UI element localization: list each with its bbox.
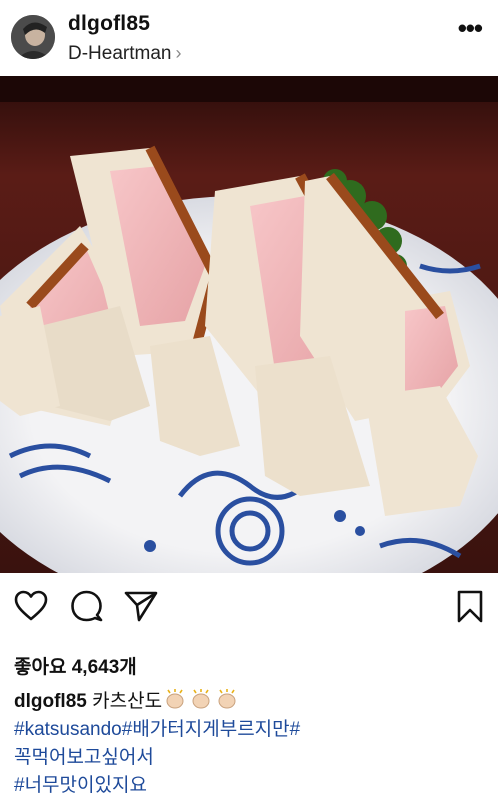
clap-emoji-icon bbox=[214, 689, 240, 712]
comment-icon[interactable] bbox=[70, 590, 104, 627]
location-label[interactable]: D-Heartman bbox=[68, 43, 171, 64]
post-header: dlgofl85 D-Heartman › ••• bbox=[0, 0, 498, 76]
post-username[interactable]: dlgofl85 bbox=[68, 12, 150, 36]
caption-text: 카츠산도 bbox=[92, 691, 163, 712]
caption-hashtag-line[interactable]: #katsusando#배가터지게부르지만# bbox=[14, 716, 484, 744]
chevron-right-icon: › bbox=[175, 43, 182, 63]
heart-icon[interactable] bbox=[14, 590, 48, 627]
bookmark-icon[interactable] bbox=[456, 590, 484, 629]
post-photo[interactable] bbox=[0, 76, 498, 573]
caption-hashtag-line[interactable]: 꼭먹어보고싶어서 bbox=[14, 744, 484, 772]
post-caption: dlgofl85 카츠산도 #katsusando#배가터지게부르지만# 꼭먹어… bbox=[14, 688, 484, 800]
clap-emoji-icon bbox=[188, 689, 214, 712]
more-options-icon[interactable]: ••• bbox=[458, 15, 483, 41]
action-bar bbox=[0, 580, 498, 636]
avatar[interactable] bbox=[11, 15, 55, 59]
send-icon[interactable] bbox=[124, 590, 158, 627]
clap-emoji-icon bbox=[162, 689, 188, 712]
caption-username[interactable]: dlgofl85 bbox=[14, 691, 87, 712]
likes-count[interactable]: 좋아요 4,643개 bbox=[14, 652, 137, 679]
caption-hashtag-line[interactable]: #너무맛이있지요 bbox=[14, 772, 484, 800]
post-location[interactable]: D-Heartman › bbox=[68, 43, 181, 65]
caption-line-1: dlgofl85 카츠산도 bbox=[14, 688, 484, 716]
